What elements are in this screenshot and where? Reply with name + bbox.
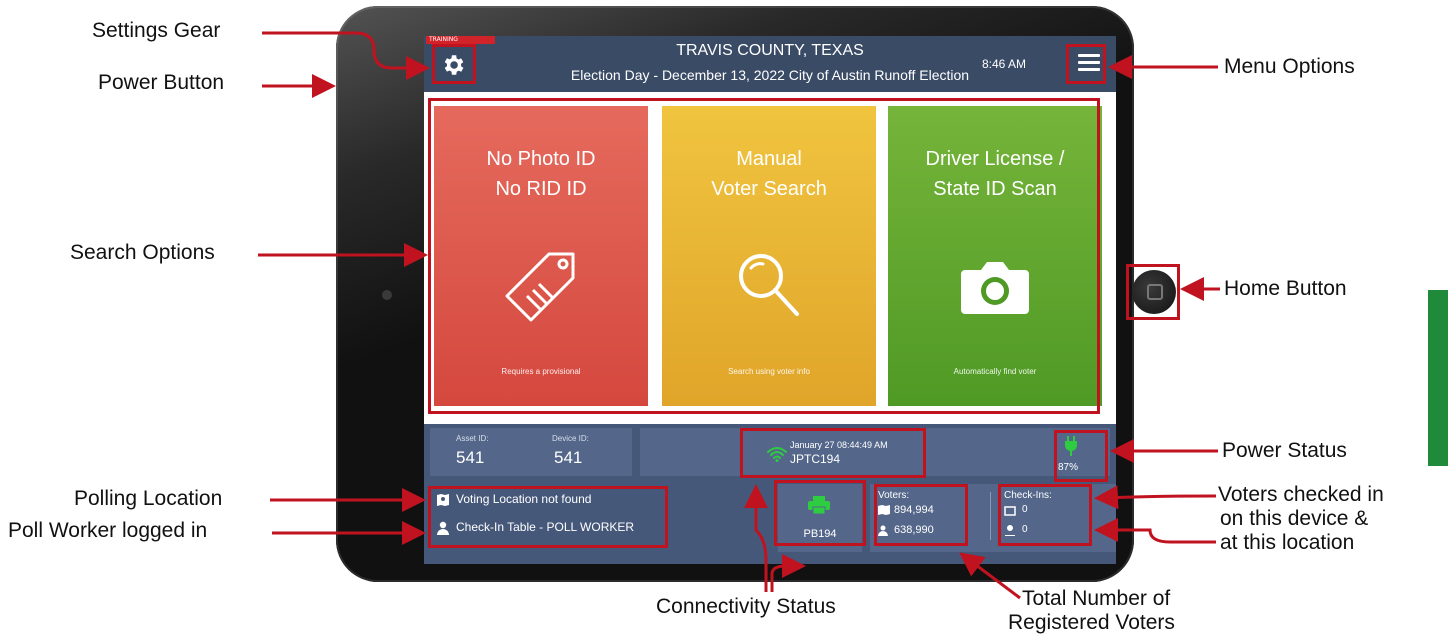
printer-highlight: [774, 480, 866, 546]
voters-highlight: [874, 484, 968, 546]
callout-home-button: Home Button: [1224, 277, 1347, 300]
callout-checked-in-2: on this device &: [1220, 507, 1369, 530]
location-worker-highlight: [428, 486, 668, 548]
callout-menu-options: Menu Options: [1224, 55, 1355, 78]
search-options-highlight: [428, 98, 1100, 414]
asset-panel: Asset ID: 541 Device ID: 541: [430, 428, 632, 476]
callout-checked-in-3: at this location: [1220, 531, 1355, 554]
power-status-highlight: [1054, 430, 1108, 482]
camera-dot: [382, 290, 392, 300]
device-id-label: Device ID:: [552, 434, 589, 443]
menu-highlight: [1066, 44, 1106, 84]
home-highlight: [1126, 264, 1180, 320]
gear-highlight: [432, 44, 476, 84]
asset-id-value: 541: [456, 448, 485, 467]
panel-divider: [990, 492, 991, 540]
callout-checked-in-1: Voters checked in: [1218, 483, 1384, 506]
callout-total-voters-2: Registered Voters: [1008, 611, 1175, 634]
device-id-value: 541: [554, 448, 583, 467]
callout-power-button: Power Button: [98, 71, 225, 94]
callout-power-status: Power Status: [1222, 439, 1347, 462]
callout-search-options: Search Options: [70, 241, 215, 264]
connectivity-highlight: [740, 428, 926, 478]
app-header: TRAINING TRAVIS COUNTY, TEXAS Election D…: [424, 36, 1116, 92]
clock: 8:46 AM: [981, 57, 1026, 71]
side-tab: [1428, 290, 1448, 466]
callout-connectivity: Connectivity Status: [656, 595, 836, 618]
callout-poll-worker: Poll Worker logged in: [8, 519, 208, 542]
callout-polling-location: Polling Location: [74, 487, 223, 510]
callout-total-voters-1: Total Number of: [1022, 587, 1171, 610]
asset-id-label: Asset ID:: [456, 434, 489, 443]
callout-settings-gear: Settings Gear: [92, 19, 221, 42]
checkins-highlight: [998, 484, 1092, 546]
